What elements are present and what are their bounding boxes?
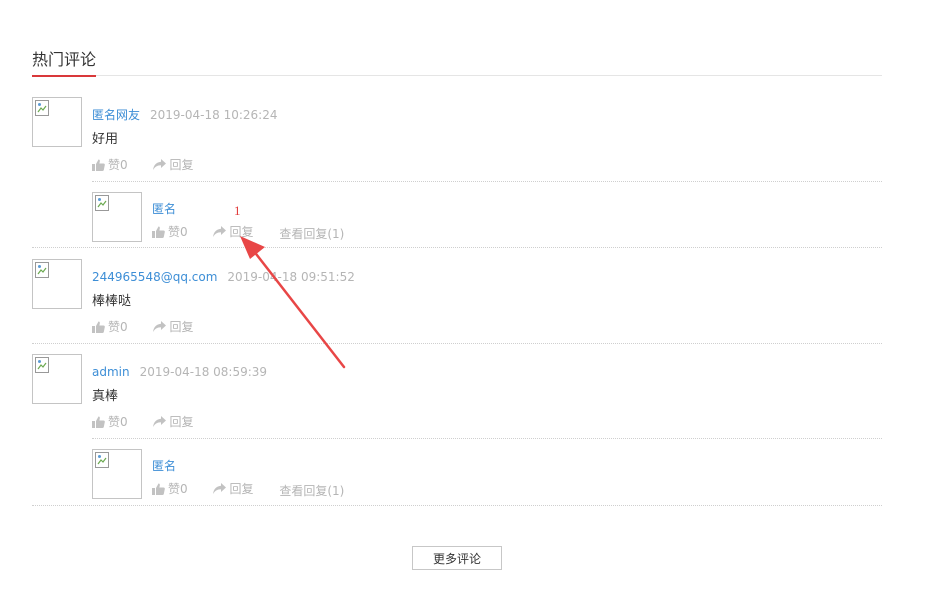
comment-time: 2019-04-18 08:59:39 [139,365,268,379]
reply-label: 回复 [169,158,194,172]
thumbs-up-icon [152,226,165,238]
comment-actions: 赞0 回复 [92,414,215,432]
comment-content: 真棒 [92,389,119,404]
reply-arrow-icon [213,226,227,237]
comment-actions: 赞0 回复 [92,157,215,175]
like-count: 赞0 [108,158,128,172]
reply-author[interactable]: 匿名 [152,202,176,216]
thumbs-up-icon [92,321,105,333]
reply-divider [92,181,882,182]
like-button[interactable]: 赞0 [152,224,188,240]
like-button[interactable]: 赞0 [92,414,128,430]
thumbs-up-icon [92,416,105,428]
like-button[interactable]: 赞0 [92,319,128,335]
broken-image-icon [95,195,109,211]
comment-time: 2019-04-18 09:51:52 [227,270,355,284]
reply-button[interactable]: 回复 [213,481,253,497]
section-title: 热门评论 [32,50,97,77]
comment-meta: admin 2019-04-18 08:59:39 [92,364,267,380]
like-count: 赞0 [168,225,188,239]
reply-arrow-icon [213,483,227,494]
reply-button[interactable]: 回复 [153,414,193,430]
section-header: 热门评论 [32,46,882,77]
thumbs-up-icon [92,159,105,171]
annotation-number: 1 [234,203,241,218]
comment-actions: 赞0 回复 [92,319,215,337]
comment-divider [32,247,882,248]
reply-author[interactable]: 匿名 [152,459,176,473]
like-button[interactable]: 赞0 [152,481,188,497]
reply-avatar [92,192,142,242]
avatar [32,259,82,309]
comment-meta: 244965548@qq.com 2019-04-18 09:51:52 [92,269,355,285]
reply-label: 回复 [169,415,194,429]
reply-avatar [92,449,142,499]
like-count: 赞0 [168,482,188,496]
more-comments-button[interactable]: 更多评论 [412,546,502,570]
view-replies-link[interactable]: 查看回复(1) [279,483,344,499]
thumbs-up-icon [152,483,165,495]
reply-label: 回复 [229,225,254,239]
reply-arrow-icon [153,416,167,427]
annotation-arrow-icon [240,236,346,369]
reply-meta: 匿名 [152,201,176,217]
broken-image-icon [95,452,109,468]
hot-comments-section: 热门评论 [32,46,882,77]
reply-label: 回复 [169,320,194,334]
reply-meta: 匿名 [152,458,176,474]
comment-divider [32,343,882,344]
reply-divider [92,438,882,439]
reply-button[interactable]: 回复 [153,319,193,335]
comment-author[interactable]: 244965548@qq.com [92,270,217,284]
reply-actions: 赞0 回复 查看回复(1) [152,224,366,242]
comment-meta: 匿名网友 2019-04-18 10:26:24 [92,107,277,123]
reply-actions: 赞0 回复 查看回复(1) [152,481,366,499]
view-replies-link[interactable]: 查看回复(1) [279,226,344,242]
broken-image-icon [35,100,49,116]
reply-arrow-icon [153,321,167,332]
reply-button[interactable]: 回复 [213,224,253,240]
comment-divider [32,505,882,506]
broken-image-icon [35,262,49,278]
comment-author[interactable]: 匿名网友 [92,108,140,122]
broken-image-icon [35,357,49,373]
reply-button[interactable]: 回复 [153,157,193,173]
comment-author[interactable]: admin [92,365,130,379]
comment-content: 好用 [92,132,119,147]
reply-arrow-icon [153,159,167,170]
avatar [32,97,82,147]
like-count: 赞0 [108,320,128,334]
like-count: 赞0 [108,415,128,429]
avatar [32,354,82,404]
comment-content: 棒棒哒 [92,294,132,309]
comment-time: 2019-04-18 10:26:24 [150,108,278,122]
like-button[interactable]: 赞0 [92,157,128,173]
reply-label: 回复 [229,482,254,496]
